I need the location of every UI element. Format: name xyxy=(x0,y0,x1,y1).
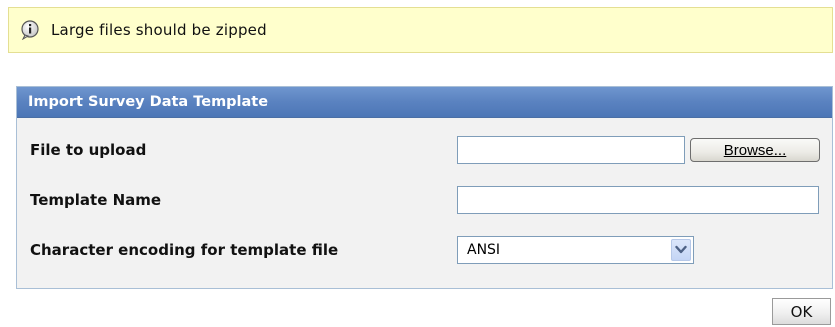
browse-button-label: Browse... xyxy=(723,141,787,159)
browse-button[interactable]: Browse... xyxy=(690,138,820,162)
template-name-input[interactable] xyxy=(457,186,819,214)
notice-banner: Large files should be zipped xyxy=(8,7,833,53)
notice-text: Large files should be zipped xyxy=(51,21,267,39)
encoding-label: Character encoding for template file xyxy=(30,241,339,259)
encoding-select[interactable]: ANSI xyxy=(457,236,694,264)
info-icon xyxy=(19,19,41,41)
template-name-row: Template Name xyxy=(17,175,832,225)
encoding-row: Character encoding for template file ANS… xyxy=(17,225,832,275)
import-panel: Import Survey Data Template File to uplo… xyxy=(16,86,833,289)
ok-button[interactable]: OK xyxy=(772,298,831,325)
template-name-label: Template Name xyxy=(30,191,162,209)
file-upload-label: File to upload xyxy=(30,141,147,159)
file-path-input[interactable] xyxy=(457,136,685,164)
encoding-selected-value: ANSI xyxy=(467,242,501,258)
import-template-page: Large files should be zipped Import Surv… xyxy=(0,0,835,327)
panel-title: Import Survey Data Template xyxy=(17,87,832,118)
chevron-down-icon[interactable] xyxy=(671,239,691,261)
file-upload-row: File to upload Browse... xyxy=(17,125,832,175)
